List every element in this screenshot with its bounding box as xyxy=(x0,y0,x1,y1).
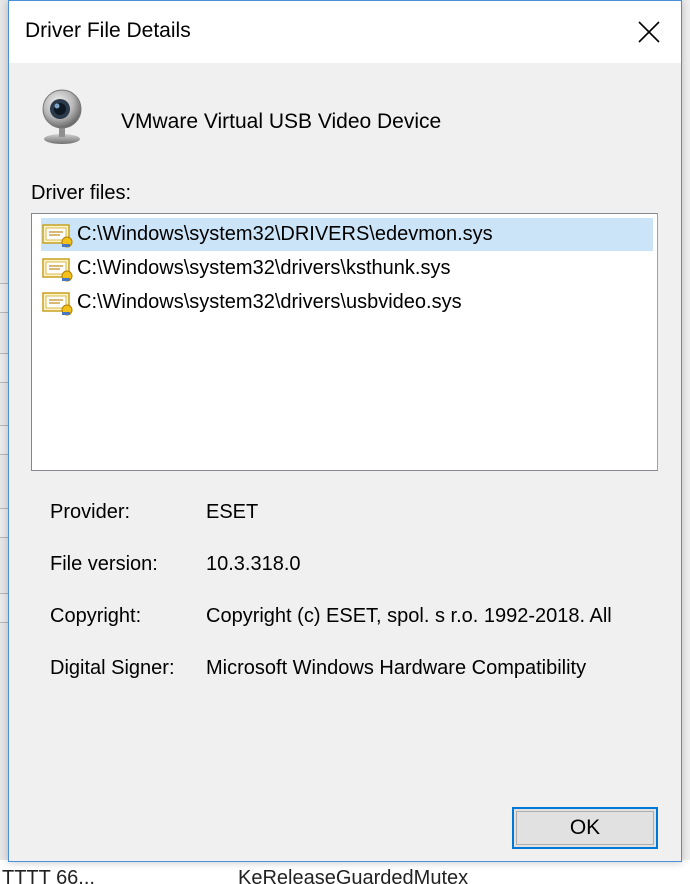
driver-file-icon xyxy=(42,257,73,281)
close-button[interactable] xyxy=(617,1,681,63)
background-text: TTTT 66... xyxy=(2,867,95,884)
background-row xyxy=(0,593,8,623)
provider-label: Provider: xyxy=(50,501,131,523)
background-row xyxy=(0,508,8,538)
close-icon xyxy=(638,21,660,43)
list-item[interactable]: C:\Windows\system32\drivers\ksthunk.sys xyxy=(41,252,653,285)
webcam-icon xyxy=(42,89,82,144)
device-name: VMware Virtual USB Video Device xyxy=(121,110,442,133)
driver-file-details-dialog: Driver File Details VMware Virtual USB V… xyxy=(8,0,682,862)
driver-files-list[interactable]: C:\Windows\system32\DRIVERS\edevmon.sys … xyxy=(31,213,658,471)
list-item[interactable]: C:\Windows\system32\DRIVERS\edevmon.sys xyxy=(41,218,653,251)
background-text: KeReleaseGuardedMutex xyxy=(238,867,469,884)
driver-file-icon xyxy=(42,223,73,247)
background-row xyxy=(0,283,8,313)
background-row xyxy=(0,425,8,455)
title-bar[interactable]: Driver File Details xyxy=(9,1,681,63)
provider-value: ESET xyxy=(206,501,259,523)
file-version-label: File version: xyxy=(50,553,158,575)
copyright-value: Copyright (c) ESET, spol. s r.o. 1992-20… xyxy=(206,605,612,627)
ok-button[interactable]: OK xyxy=(512,807,658,849)
file-path: C:\Windows\system32\DRIVERS\edevmon.sys xyxy=(77,223,493,245)
background-row xyxy=(0,353,8,383)
digital-signer-label: Digital Signer: xyxy=(50,657,175,679)
copyright-label: Copyright: xyxy=(50,605,142,627)
digital-signer-value: Microsoft Windows Hardware Compatibility xyxy=(206,657,587,679)
driver-files-label: Driver files: xyxy=(31,182,132,204)
file-path: C:\Windows\system32\drivers\ksthunk.sys xyxy=(77,257,451,279)
background-window-bottom: TTTT 66... KeReleaseGuardedMutex xyxy=(0,860,690,884)
driver-file-icon xyxy=(42,291,73,315)
file-path: C:\Windows\system32\drivers\usbvideo.sys xyxy=(77,291,462,313)
dialog-title: Driver File Details xyxy=(25,19,191,42)
file-version-value: 10.3.318.0 xyxy=(206,553,301,575)
ok-button-label: OK xyxy=(569,816,601,839)
background-window-edge-right xyxy=(684,0,690,884)
list-item[interactable]: C:\Windows\system32\drivers\usbvideo.sys xyxy=(41,286,653,319)
